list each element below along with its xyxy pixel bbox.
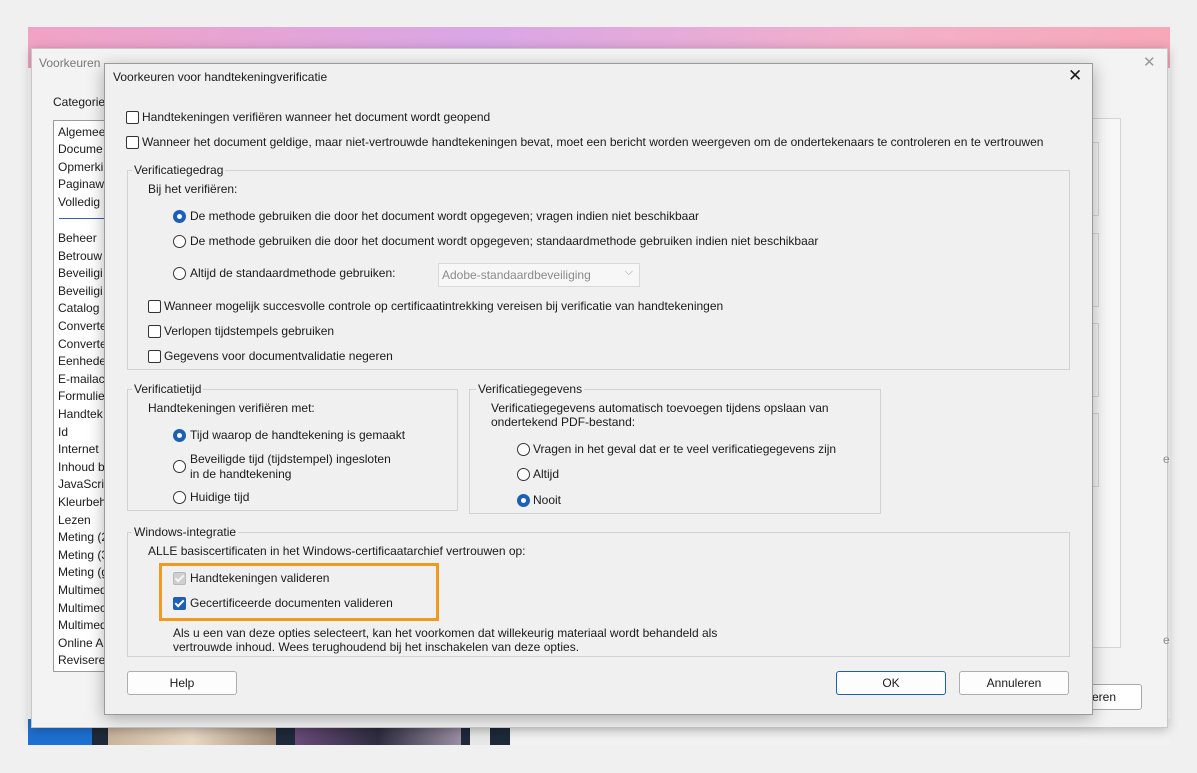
preferences-panel-box bbox=[1092, 413, 1099, 487]
category-item[interactable]: Online A bbox=[58, 636, 103, 650]
verification-behavior-subtitle: Bij het verifiëren: bbox=[148, 182, 238, 196]
windows-integration-legend: Windows-integratie bbox=[132, 525, 239, 539]
secure-time-label-line1: Beveiligde tijd (tijdstempel) ingesloten bbox=[190, 452, 391, 466]
category-item[interactable]: Handtek bbox=[58, 407, 103, 421]
ask-too-much-data-label: Vragen in het geval dat er te veel verif… bbox=[533, 442, 837, 456]
chevron-down-icon: ⌵ bbox=[624, 266, 633, 278]
category-item[interactable]: Inhoud b bbox=[58, 460, 105, 474]
signing-time-radio[interactable] bbox=[173, 429, 186, 442]
ok-button[interactable]: OK bbox=[836, 671, 946, 695]
validate-certified-documents-checkbox[interactable] bbox=[173, 597, 186, 610]
category-item[interactable]: Beveiligi bbox=[58, 266, 103, 280]
expired-timestamps-label: Verlopen tijdstempels gebruiken bbox=[164, 324, 335, 338]
validate-signatures-label: Handtekeningen valideren bbox=[190, 571, 330, 585]
preferences-panel-box bbox=[1092, 142, 1099, 216]
ignore-validation-data-checkbox[interactable] bbox=[148, 350, 161, 363]
category-item[interactable]: Converte bbox=[58, 337, 107, 351]
preferences-close-icon[interactable]: ✕ bbox=[1143, 53, 1156, 71]
windows-integration-note-line2: vertrouwde inhoud. Wees terughoudend bij… bbox=[173, 640, 580, 654]
verify-on-open-checkbox[interactable] bbox=[126, 111, 139, 124]
category-item[interactable]: Formulie bbox=[58, 389, 105, 403]
category-item[interactable]: Kleurbeh bbox=[58, 495, 106, 509]
never-add-radio[interactable] bbox=[517, 494, 530, 507]
windows-integration-subtitle: ALLE basiscertificaten in het Windows-ce… bbox=[148, 544, 526, 558]
category-item[interactable]: Beheer bbox=[58, 231, 97, 245]
always-add-label: Altijd bbox=[533, 467, 560, 481]
help-button[interactable]: Help bbox=[127, 671, 237, 695]
verification-data-subtitle-line1: Verificatiegegevens automatisch toevoege… bbox=[491, 401, 829, 415]
expired-timestamps-checkbox[interactable] bbox=[148, 325, 161, 338]
close-icon[interactable]: ✕ bbox=[1068, 66, 1082, 86]
category-item[interactable]: Paginaw bbox=[58, 177, 104, 191]
category-item[interactable]: JavaScri bbox=[58, 477, 104, 491]
category-item[interactable]: Id bbox=[58, 425, 68, 439]
revocation-check-label: Wanneer mogelijk succesvolle controle op… bbox=[164, 299, 724, 313]
always-default-radio[interactable] bbox=[173, 267, 186, 280]
method-default-label: De methode gebruiken die door het docume… bbox=[190, 234, 819, 248]
verification-time-legend: Verificatietijd bbox=[132, 382, 204, 396]
verification-behavior-legend: Verificatiegedrag bbox=[132, 163, 226, 177]
category-item[interactable]: Meting (3 bbox=[58, 548, 108, 562]
category-item[interactable]: Multimed bbox=[58, 583, 107, 597]
verification-time-subtitle: Handtekeningen verifiëren met: bbox=[148, 401, 315, 415]
never-add-label: Nooit bbox=[533, 493, 562, 507]
categories-separator bbox=[59, 218, 109, 219]
current-time-label: Huidige tijd bbox=[190, 490, 250, 504]
preferences-window-title: Voorkeuren bbox=[39, 56, 101, 70]
edge-text: e bbox=[1163, 633, 1170, 647]
secure-time-radio[interactable] bbox=[173, 460, 186, 473]
preferences-panel-box bbox=[1092, 323, 1099, 397]
category-item[interactable]: Meting (g bbox=[58, 565, 108, 579]
help-button-label: Help bbox=[169, 676, 195, 690]
category-item[interactable]: E-mailac bbox=[58, 372, 105, 386]
category-item[interactable]: Catalog bbox=[58, 301, 99, 315]
category-item[interactable]: Internet bbox=[58, 442, 99, 456]
cancel-button[interactable]: Annuleren bbox=[959, 671, 1069, 695]
category-item[interactable]: Converte bbox=[58, 319, 107, 333]
ask-too-much-data-radio[interactable] bbox=[517, 443, 530, 456]
verification-data-subtitle-line2: ondertekend PDF-bestand: bbox=[491, 415, 636, 429]
method-ask-radio[interactable] bbox=[173, 210, 186, 223]
category-item[interactable]: Beveiligi bbox=[58, 284, 103, 298]
category-item[interactable]: Meting (2 bbox=[58, 530, 108, 544]
category-item[interactable]: Docume bbox=[58, 142, 103, 156]
signing-time-label: Tijd waarop de handtekening is gemaakt bbox=[190, 428, 406, 442]
revocation-check-checkbox[interactable] bbox=[148, 300, 161, 313]
always-default-label: Altijd de standaardmethode gebruiken: bbox=[190, 266, 396, 280]
preferences-panel-box bbox=[1092, 233, 1099, 307]
method-ask-label: De methode gebruiken die door het docume… bbox=[190, 209, 700, 223]
category-item[interactable]: Opmerki bbox=[58, 160, 103, 174]
category-item[interactable]: Multimec bbox=[58, 601, 106, 615]
windows-integration-note-line1: Als u een van deze opties selecteert, ka… bbox=[173, 626, 718, 640]
category-item[interactable]: Betrouw bbox=[58, 249, 102, 263]
current-time-radio[interactable] bbox=[173, 491, 186, 504]
category-item[interactable]: Multimed bbox=[58, 618, 107, 632]
validate-signatures-checkbox[interactable] bbox=[173, 572, 186, 585]
validate-certified-documents-label: Gecertificeerde documenten valideren bbox=[190, 596, 393, 610]
verify-on-open-label: Handtekeningen verifiëren wanneer het do… bbox=[142, 110, 491, 124]
untrusted-signatures-prompt-checkbox[interactable] bbox=[126, 136, 139, 149]
category-item[interactable]: Eenhede bbox=[58, 354, 106, 368]
secure-time-label-line2: in de handtekening bbox=[190, 467, 292, 481]
category-item[interactable]: Lezen bbox=[58, 513, 91, 527]
categories-label: Categorie bbox=[53, 95, 106, 109]
verification-data-legend: Verificatiegegevens bbox=[476, 382, 585, 396]
ignore-validation-data-label: Gegevens voor documentvalidatie negeren bbox=[164, 349, 393, 363]
method-default-radio[interactable] bbox=[173, 235, 186, 248]
default-method-select[interactable]: Adobe-standaardbeveiliging ⌵ bbox=[438, 263, 640, 287]
ok-button-label: OK bbox=[882, 676, 900, 690]
edge-text: e bbox=[1163, 452, 1170, 466]
default-method-value: Adobe-standaardbeveiliging bbox=[442, 268, 591, 282]
preferences-button-label: eren bbox=[1092, 690, 1117, 704]
category-item[interactable]: Volledig bbox=[58, 195, 100, 209]
category-item[interactable]: Algemee bbox=[58, 125, 105, 139]
cancel-button-label: Annuleren bbox=[986, 676, 1042, 690]
dialog-title: Voorkeuren voor handtekeningverificatie bbox=[113, 70, 328, 84]
untrusted-signatures-prompt-label: Wanneer het document geldige, maar niet-… bbox=[142, 135, 1044, 149]
always-add-radio[interactable] bbox=[517, 468, 530, 481]
